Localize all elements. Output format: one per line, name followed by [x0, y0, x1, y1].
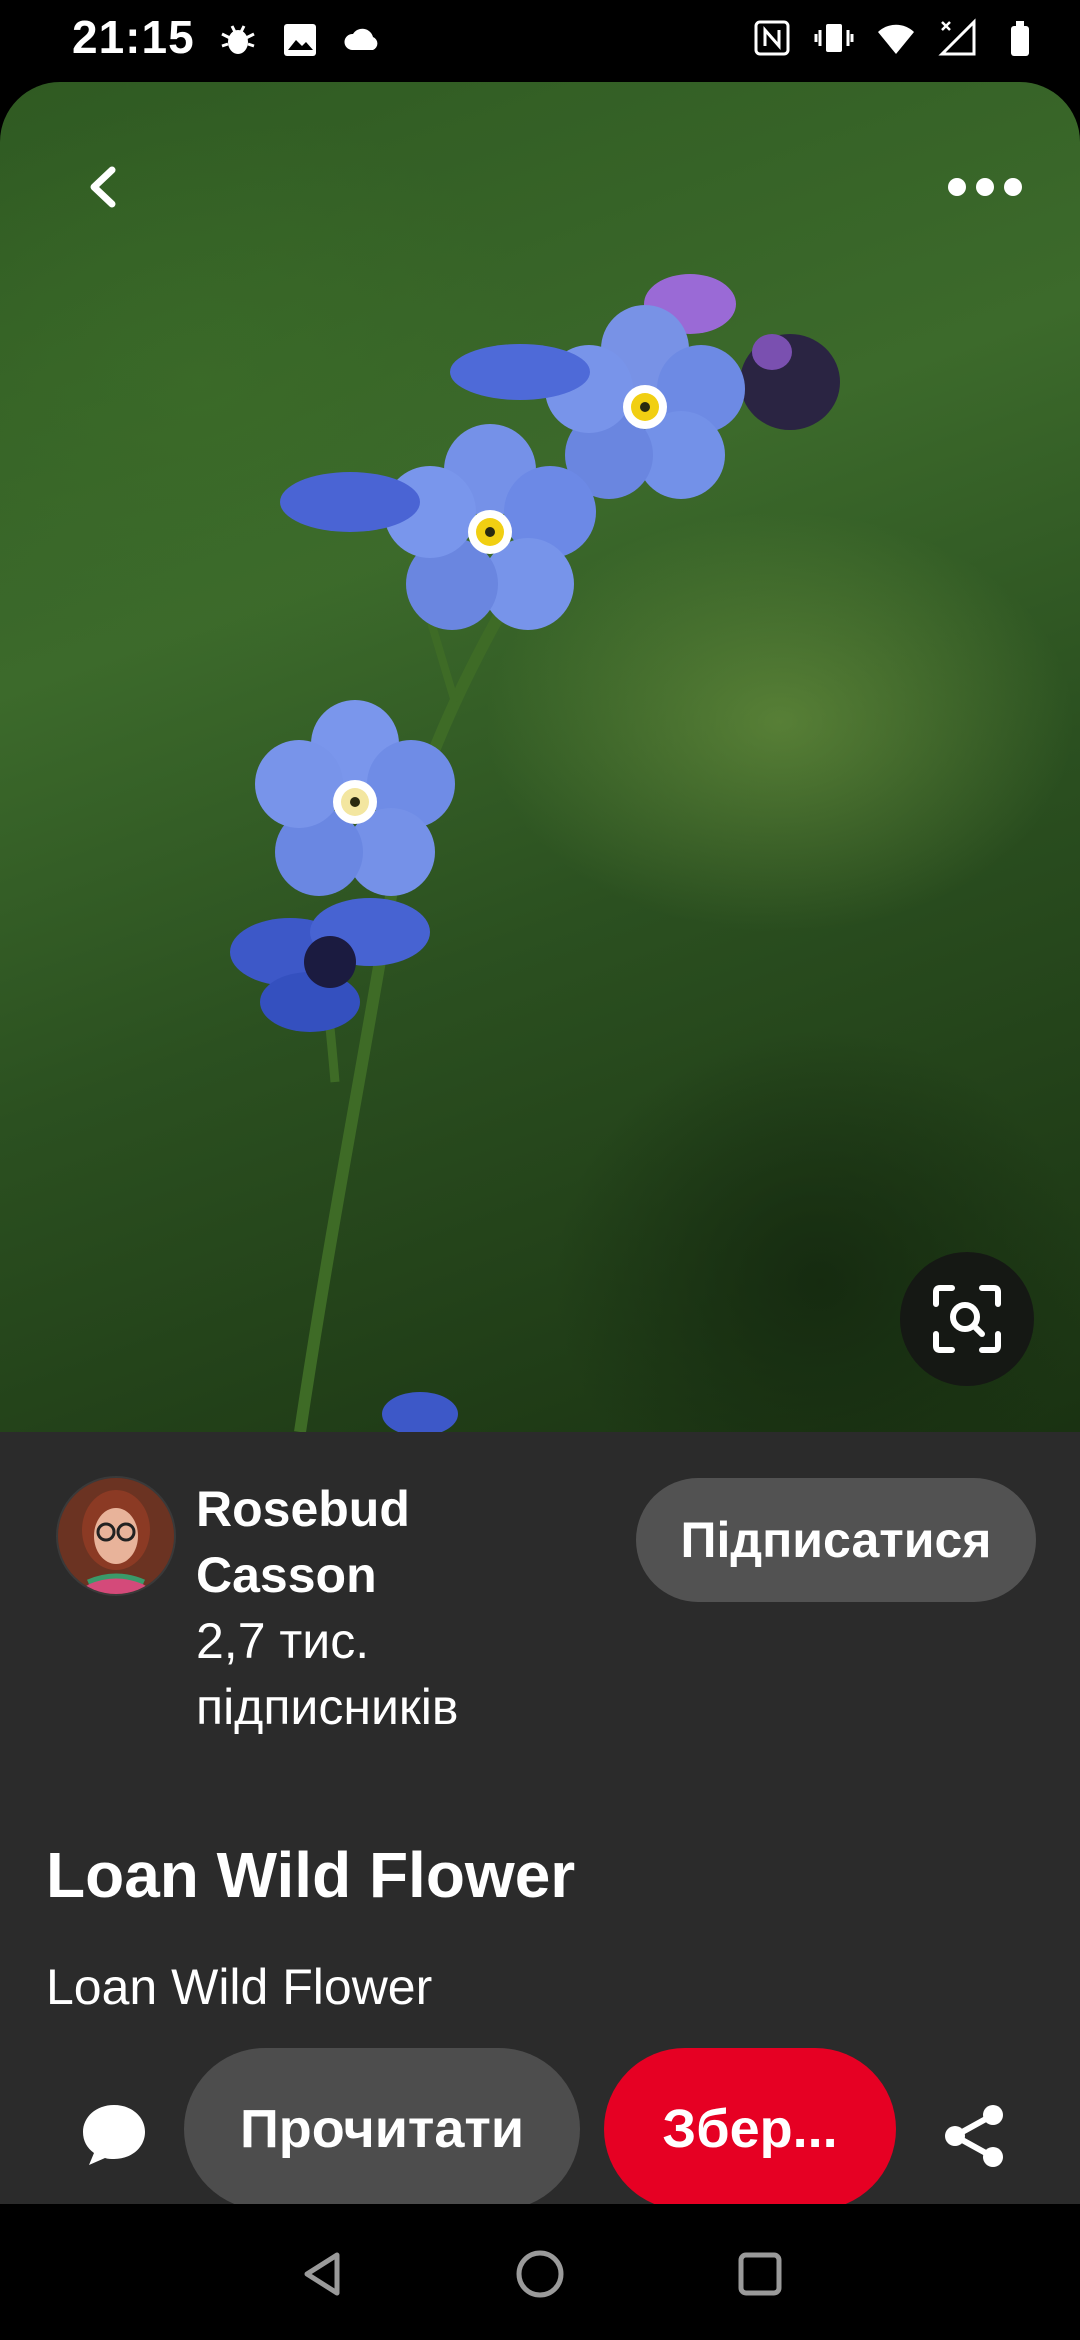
nav-recents-square-icon — [738, 2252, 782, 2296]
signal-icon — [938, 18, 976, 56]
nav-home-circle-icon — [516, 2250, 564, 2298]
status-bar: 21:15 — [0, 0, 1080, 82]
back-button[interactable] — [60, 142, 150, 232]
creator-name[interactable]: Rosebud Casson — [196, 1476, 496, 1608]
comment-bubble-icon — [83, 2105, 145, 2165]
share-button[interactable] — [932, 2094, 1016, 2178]
pin-description: Loan Wild Flower — [46, 1959, 433, 2015]
share-icon — [945, 2105, 1003, 2167]
creator-avatar[interactable] — [56, 1476, 176, 1596]
comment-button[interactable] — [74, 2094, 154, 2174]
read-button[interactable]: Прочитати — [184, 2048, 580, 2210]
status-time: 21:15 — [72, 11, 195, 63]
image-notification-icon — [284, 24, 316, 56]
cloud-notification-icon — [344, 28, 378, 50]
notification-icons — [218, 20, 382, 60]
visual-search-icon — [933, 1285, 1001, 1353]
back-arrow-icon — [90, 166, 116, 208]
nav-recents-button[interactable] — [730, 2244, 790, 2304]
system-navigation-bar — [0, 2204, 1080, 2340]
pin-image[interactable] — [0, 82, 1080, 1432]
battery-icon — [1011, 21, 1029, 56]
nav-back-triangle-icon — [304, 2252, 340, 2296]
vibrate-icon — [814, 24, 854, 52]
wifi-icon — [878, 24, 914, 54]
more-dots-icon — [948, 178, 1022, 196]
system-icons — [752, 18, 1040, 58]
save-button[interactable]: Збер... — [604, 2048, 896, 2210]
more-options-button[interactable] — [930, 142, 1040, 232]
creator-photo — [58, 1478, 174, 1594]
forget-me-not-photo — [230, 274, 840, 1432]
bug-notification-icon — [221, 25, 255, 54]
follow-button[interactable]: Підписатися — [636, 1478, 1036, 1602]
nav-back-button[interactable] — [292, 2244, 352, 2304]
nfc-icon — [754, 20, 790, 56]
pin-title: Loan Wild Flower — [46, 1839, 576, 1911]
followers-count: 2,7 тис. підписників — [196, 1613, 459, 1735]
nav-home-button[interactable] — [510, 2244, 570, 2304]
visual-search-button[interactable] — [900, 1252, 1034, 1386]
